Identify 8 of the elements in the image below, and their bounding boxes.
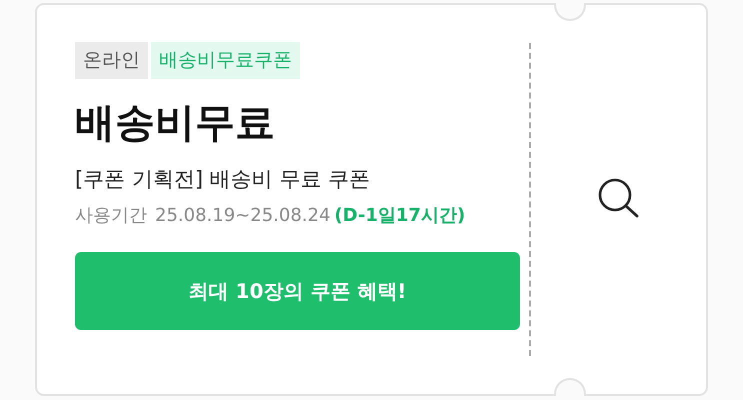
remaining-time: (D-1일17시간) [334, 204, 466, 228]
coupon-tag: 온라인 [75, 42, 148, 79]
coupon-title: 배송비무료 [75, 99, 276, 148]
coupon-benefit-button[interactable]: 최대 10장의 쿠폰 혜택! [75, 252, 520, 330]
period-label: 사용기간 [75, 204, 147, 228]
coupon-tag: 배송비무료쿠폰 [151, 42, 300, 79]
coupon-description: [쿠폰 기획전] 배송비 무료 쿠폰 [75, 166, 372, 193]
period-dates: 25.08.19~25.08.24 [155, 204, 330, 228]
